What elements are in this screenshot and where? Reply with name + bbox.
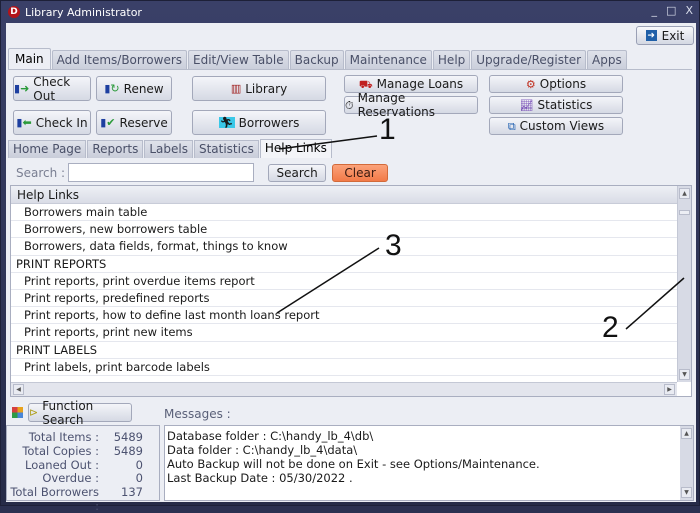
list-item[interactable]: Borrowers, new borrowers table (11, 221, 677, 239)
message-line: Auto Backup will not be done on Exit - s… (167, 457, 540, 471)
list-item[interactable]: Print labels, print labels for recently … (11, 376, 677, 379)
scroll-left-icon[interactable]: ◀ (13, 384, 24, 395)
scroll-down-icon[interactable]: ▼ (679, 369, 690, 380)
stopwatch-icon: ⏱ (345, 98, 354, 112)
custom-views-icon: ⧉ (507, 119, 516, 133)
list-group-header[interactable]: PRINT REPORTS (11, 256, 677, 273)
annotation-2: 2 (602, 311, 619, 344)
check-out-book-icon: ▮➜ (14, 82, 30, 95)
bottom-bar: ⊳ Function Search Messages : (6, 399, 696, 427)
library-books-icon: ▥ (230, 82, 242, 95)
search-button[interactable]: Search (268, 163, 327, 182)
options-icon: ⚙ (525, 77, 536, 91)
main-button-panel: ▮➜ Check Out ▮↻ Renew ▥ Library ▮⬅ Check… (8, 69, 692, 141)
tab-maintenance[interactable]: Maintenance (344, 50, 432, 70)
check-out-button[interactable]: ▮➜ Check Out (13, 75, 91, 103)
window-title: Library Administrator (25, 5, 142, 19)
app-logo-icon: D (8, 6, 20, 18)
list-item[interactable]: Print reports, how to define last month … (11, 307, 677, 325)
stat-total-borrowers: Total Borrowers :137 (10, 485, 143, 513)
app-window: D Library Administrator _ □ X ➜ Exit Mai… (0, 0, 700, 513)
list-group-header[interactable]: PRINT LABELS (11, 342, 677, 359)
list-item[interactable]: Borrowers main table (11, 204, 677, 222)
subtab-statistics[interactable]: Statistics (193, 140, 259, 158)
reserve-book-icon: ▮✔ (100, 116, 116, 129)
subtab-home-page[interactable]: Home Page (8, 140, 87, 158)
statistics-button[interactable]: 📈︎ Statistics (489, 96, 623, 114)
client-area: ➜ Exit Main Add Items/Borrowers Edit/Vie… (6, 23, 696, 513)
scroll-up-icon[interactable]: ▲ (681, 428, 692, 439)
scroll-down-icon[interactable]: ▼ (681, 487, 692, 498)
sub-tab-bar: Home Page Reports Labels Statistics Help… (8, 139, 333, 158)
messages-box[interactable]: Database folder : C:\handy_lb_4\db\ Data… (164, 425, 694, 501)
list-column-header[interactable]: Help Links (11, 186, 677, 204)
list-item[interactable]: Print reports, print overdue items repor… (11, 273, 677, 290)
check-in-book-icon: ▮⬅ (16, 116, 32, 129)
search-row: Search : Search Clear (16, 163, 389, 182)
close-button[interactable]: X (685, 4, 693, 17)
manage-reservations-button[interactable]: ⏱ Manage Reservations (344, 91, 478, 119)
search-label: Search : (16, 165, 66, 180)
custom-views-button[interactable]: ⧉ Custom Views (489, 117, 623, 135)
help-links-list: Help Links Borrowers main table Borrower… (10, 185, 692, 397)
annotation-1: 1 (379, 113, 396, 146)
minimize-button[interactable]: _ (652, 4, 658, 17)
borrowers-button[interactable]: 🏃︎ Borrowers (192, 110, 326, 135)
stat-overdue: Overdue :0 (42, 471, 143, 486)
check-in-button[interactable]: ▮⬅ Check In (13, 110, 91, 135)
renew-button[interactable]: ▮↻ Renew (96, 76, 172, 101)
main-tab-bar: Main Add Items/Borrowers Edit/View Table… (8, 48, 628, 70)
title-bar: D Library Administrator _ □ X (1, 1, 700, 23)
messages-label: Messages : (164, 407, 231, 421)
function-search-button[interactable]: ⊳ Function Search (28, 399, 132, 427)
horizontal-scrollbar[interactable]: ◀ ▶ (11, 382, 677, 396)
exit-arrow-icon: ➜ (645, 30, 657, 41)
library-button[interactable]: ▥ Library (192, 76, 326, 101)
tab-backup[interactable]: Backup (289, 50, 344, 70)
tab-edit-view-table[interactable]: Edit/View Table (188, 50, 289, 70)
scroll-up-icon[interactable]: ▲ (679, 188, 690, 199)
stat-loaned-out: Loaned Out :0 (25, 457, 143, 472)
scroll-right-icon[interactable]: ▶ (664, 384, 675, 395)
tab-upgrade-register[interactable]: Upgrade/Register (471, 50, 587, 70)
subtab-reports[interactable]: Reports (87, 140, 144, 158)
tab-help[interactable]: Help (432, 50, 471, 70)
search-input[interactable] (68, 163, 255, 182)
function-grid-icon (12, 407, 23, 418)
exit-label: Exit (661, 28, 685, 43)
maximize-button[interactable]: □ (666, 4, 676, 17)
subtab-help-links[interactable]: Help Links (259, 139, 332, 158)
message-line: Data folder : C:\handy_lb_4\data\ (167, 443, 358, 457)
stat-total-items: Total Items :5489 (28, 430, 143, 444)
scroll-thumb[interactable] (679, 210, 690, 215)
message-line: Database folder : C:\handy_lb_4\db\ (167, 429, 374, 443)
list-rows: Borrowers main table Borrowers, new borr… (11, 204, 677, 379)
message-line: Last Backup Date : 05/30/2022 . (167, 471, 353, 485)
clear-button[interactable]: Clear (332, 163, 389, 182)
function-search-icon: ⊳ (29, 406, 39, 419)
chart-icon: 📈︎ (519, 98, 534, 112)
borrower-person-icon: 🏃︎ (218, 116, 235, 129)
loans-icon: ⛟ (358, 77, 373, 91)
tab-apps[interactable]: Apps (587, 50, 627, 70)
library-stats-panel: Total Items :5489 Total Copies :5489 Loa… (6, 425, 160, 513)
options-button[interactable]: ⚙ Options (489, 75, 623, 93)
list-item[interactable]: Borrowers, data fields, format, things t… (11, 238, 677, 256)
tab-add-items-borrowers[interactable]: Add Items/Borrowers (51, 50, 188, 70)
reserve-button[interactable]: ▮✔ Reserve (96, 110, 172, 135)
vertical-scrollbar[interactable]: ▲ ▼ (677, 186, 691, 382)
exit-button[interactable]: ➜ Exit (636, 26, 694, 45)
subtab-labels[interactable]: Labels (144, 140, 193, 158)
stat-total-copies: Total Copies :5489 (22, 443, 143, 458)
renew-book-icon: ▮↻ (104, 82, 120, 95)
tab-main[interactable]: Main (8, 48, 51, 70)
list-item[interactable]: Print reports, print new items (11, 324, 677, 342)
list-item[interactable]: Print reports, predefined reports (11, 290, 677, 308)
messages-scrollbar[interactable]: ▲ ▼ (680, 426, 693, 500)
annotation-3: 3 (385, 229, 402, 262)
list-item[interactable]: Print labels, print barcode labels (11, 359, 677, 376)
